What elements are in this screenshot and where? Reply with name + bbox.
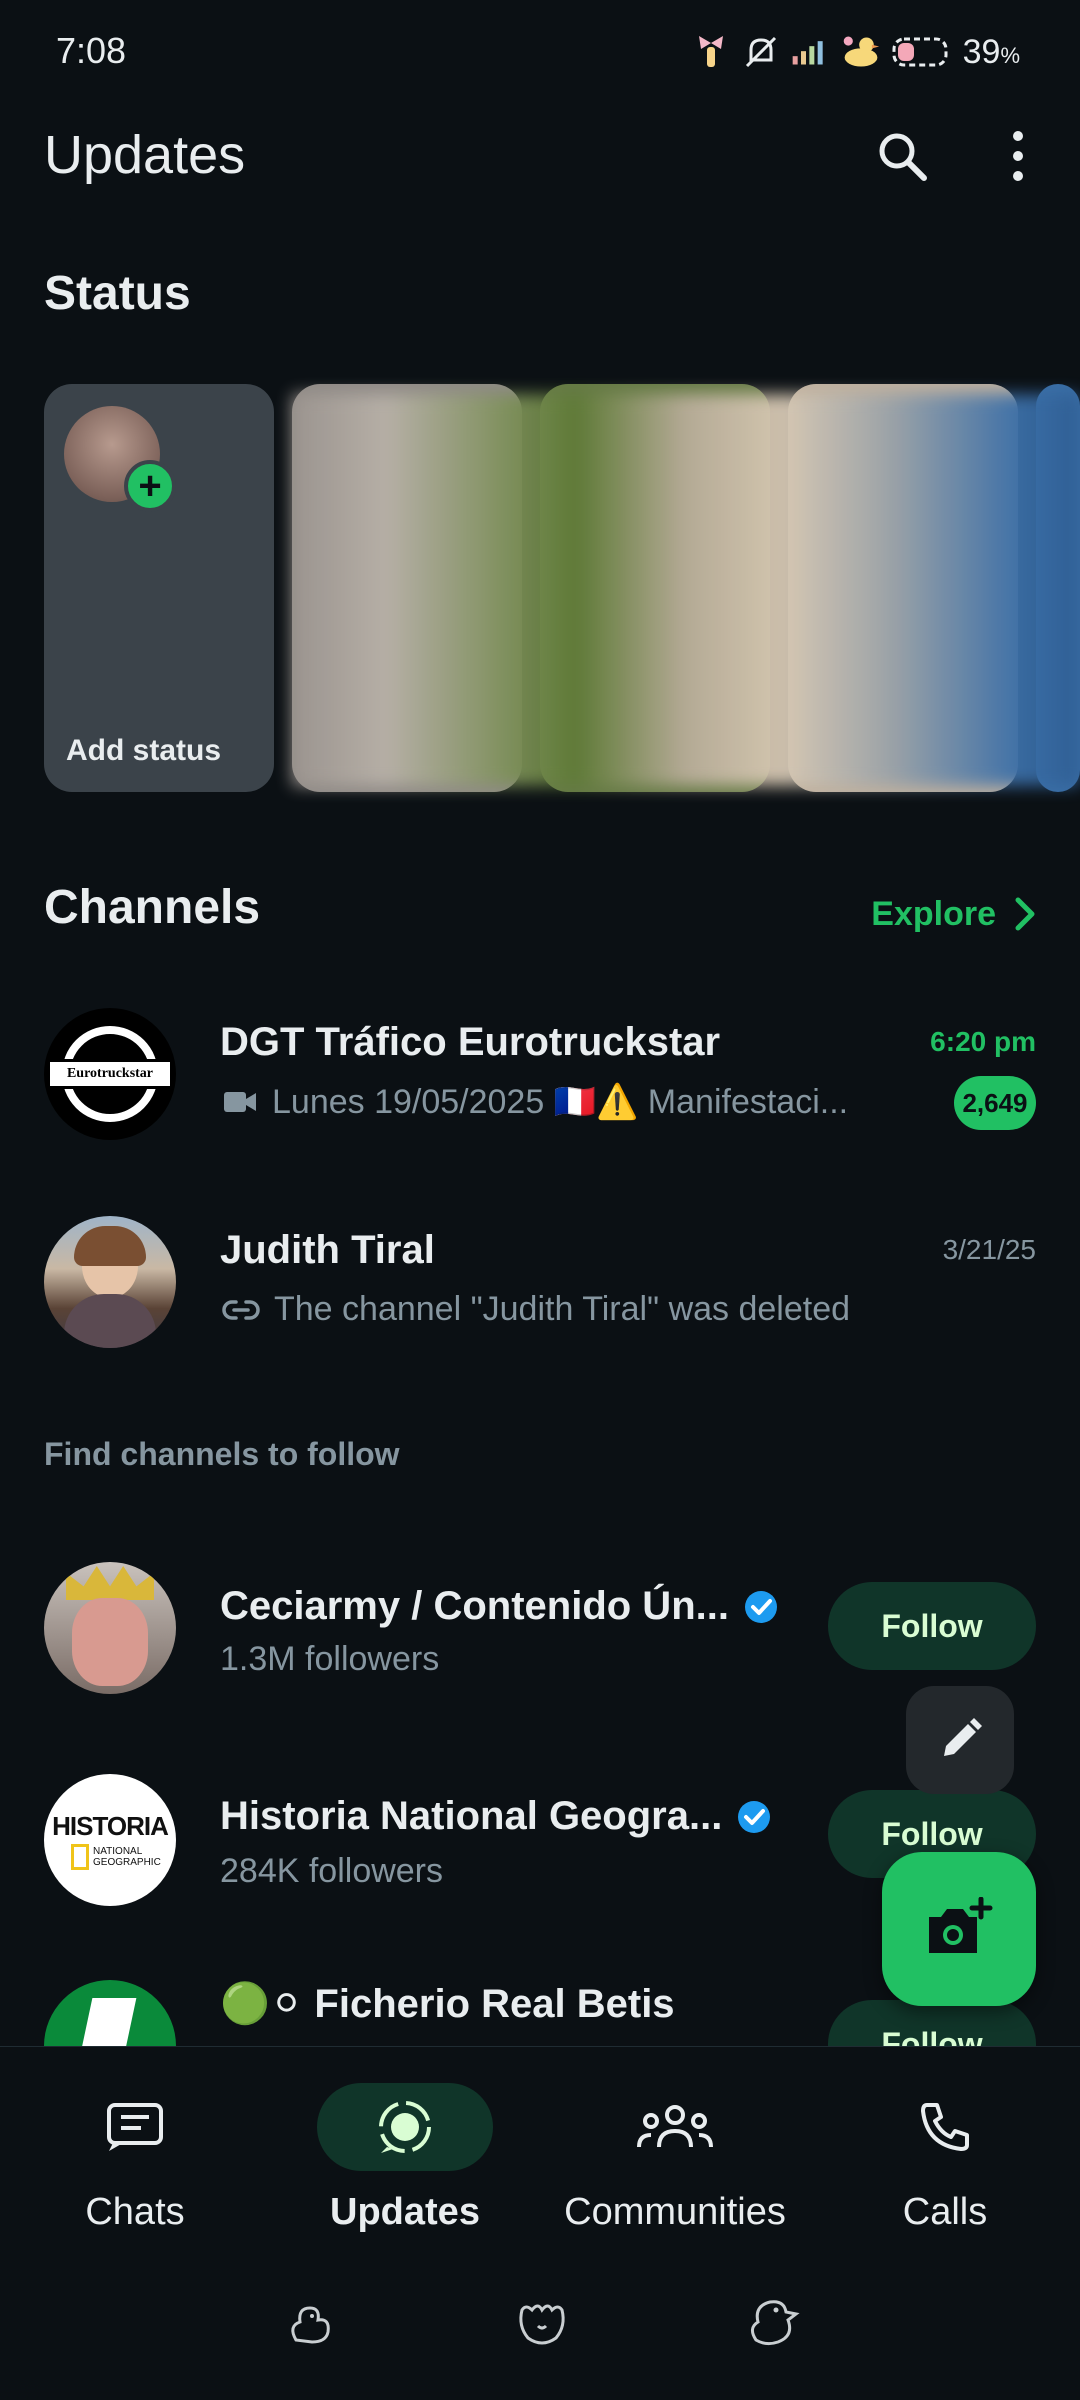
more-options-button[interactable] bbox=[978, 116, 1058, 196]
nav-updates-label: Updates bbox=[330, 2191, 480, 2233]
page-title: Updates bbox=[44, 125, 246, 185]
channel-row-judith[interactable]: Judith Tiral 3/21/25 The channel "Judith… bbox=[0, 1198, 1080, 1368]
find-channels-label: Find channels to follow bbox=[44, 1436, 400, 1472]
explore-label: Explore bbox=[871, 894, 996, 933]
avatar-logo-text: HISTORIA bbox=[52, 1810, 169, 1841]
recents-duck-icon[interactable] bbox=[282, 2296, 338, 2352]
nav-updates-pill bbox=[317, 2083, 493, 2171]
channel-name: Judith Tiral bbox=[220, 1228, 435, 1272]
channel-avatar bbox=[44, 1216, 176, 1348]
nav-calls-label: Calls bbox=[902, 2191, 988, 2233]
follow-button[interactable]: Follow bbox=[828, 1582, 1036, 1670]
video-icon bbox=[224, 1092, 256, 1112]
status-icons: 39% bbox=[691, 28, 1020, 76]
unread-badge: 2,649 bbox=[954, 1076, 1036, 1130]
duck-sticker-icon bbox=[841, 32, 881, 72]
nav-calls-pill bbox=[857, 2083, 1033, 2171]
follow-button[interactable]: Follow bbox=[828, 2000, 1036, 2046]
channel-avatar: HISTORIA NATIONAL GEOGRAPHIC bbox=[44, 1774, 176, 1906]
bottom-navigation: Chats Updates Communities Calls bbox=[0, 2046, 1080, 2257]
explore-link[interactable]: Explore bbox=[871, 884, 1036, 944]
channel-preview: Lunes 19/05/2025 🇫🇷⚠️ Manifestaci... bbox=[222, 1082, 848, 1122]
channel-avatar bbox=[44, 1980, 176, 2046]
back-chick-icon[interactable] bbox=[744, 2292, 804, 2352]
channel-preview-text: The channel "Judith Tiral" was deleted bbox=[274, 1290, 851, 1328]
add-status-plus-icon: + bbox=[124, 460, 176, 512]
new-text-status-button[interactable] bbox=[906, 1686, 1014, 1794]
signal-icon bbox=[791, 32, 831, 72]
mute-icon bbox=[741, 32, 781, 72]
nav-chats-label: Chats bbox=[85, 2191, 185, 2233]
add-status-card[interactable]: + Add status bbox=[44, 384, 274, 792]
more-vertical-icon bbox=[1013, 131, 1023, 181]
home-tulip-icon[interactable] bbox=[512, 2296, 572, 2352]
nav-chats[interactable]: Chats bbox=[0, 2047, 270, 2257]
chats-icon bbox=[107, 2103, 163, 2151]
channel-name: DGT Tráfico Eurotruckstar bbox=[220, 1020, 721, 1064]
nav-communities-label: Communities bbox=[564, 2191, 786, 2233]
channel-avatar bbox=[44, 1562, 176, 1694]
add-status-label: Add status bbox=[66, 734, 222, 767]
channel-avatar: Eurotruckstar bbox=[44, 1008, 176, 1140]
channel-preview: The channel "Judith Tiral" was deleted bbox=[222, 1290, 850, 1329]
suggested-channel-name: Historia National Geogra... bbox=[220, 1794, 723, 1838]
channel-preview-text: Lunes 19/05/2025 🇫🇷⚠️ Manifestaci... bbox=[272, 1083, 849, 1121]
camera-status-button[interactable] bbox=[882, 1852, 1036, 2006]
nav-calls[interactable]: Calls bbox=[810, 2047, 1080, 2257]
nav-communities[interactable]: Communities bbox=[540, 2047, 810, 2257]
system-navigation-bar bbox=[0, 2256, 1080, 2400]
avatar-logo-text: Eurotruckstar bbox=[47, 1059, 173, 1089]
search-button[interactable] bbox=[862, 116, 942, 196]
avatar-logo-subtext: NATIONAL GEOGRAPHIC bbox=[93, 1845, 161, 1868]
updates-icon bbox=[379, 2101, 431, 2153]
battery-icon bbox=[891, 32, 953, 72]
calls-icon bbox=[921, 2103, 969, 2151]
suggested-channel-title: Historia National Geogra... bbox=[220, 1794, 772, 1839]
chevron-right-icon bbox=[1015, 897, 1035, 931]
nav-communities-pill bbox=[587, 2083, 763, 2171]
channel-row-dgt[interactable]: Eurotruckstar DGT Tráfico Eurotruckstar … bbox=[0, 990, 1080, 1160]
suggested-channel-row[interactable]: Ceciarmy / Contenido Ún... 1.3M follower… bbox=[0, 1562, 1080, 1694]
search-icon bbox=[879, 133, 927, 181]
followers-count: 284K followers bbox=[220, 1852, 444, 1890]
battery-level: 39% bbox=[962, 32, 1020, 71]
communities-icon bbox=[637, 2105, 713, 2148]
blurred-status-previews bbox=[292, 394, 1080, 786]
clock: 7:08 bbox=[56, 30, 127, 71]
suggested-channel-name: 🟢⚪ Ficherio Real Betis bbox=[220, 1982, 675, 2026]
suggested-channel-title: Ceciarmy / Contenido Ún... bbox=[220, 1584, 779, 1629]
channels-section-title: Channels bbox=[44, 881, 261, 934]
pencil-icon bbox=[944, 1718, 982, 1756]
followers-count: 1.3M followers bbox=[220, 1640, 440, 1678]
nav-updates[interactable]: Updates bbox=[270, 2047, 540, 2257]
suggested-channel-name: Ceciarmy / Contenido Ún... bbox=[220, 1584, 729, 1628]
status-section-title: Status bbox=[44, 267, 191, 320]
channel-time: 6:20 pm bbox=[930, 1026, 1036, 1057]
camera-add-icon bbox=[929, 1897, 993, 1953]
channel-time: 3/21/25 bbox=[942, 1234, 1036, 1265]
link-icon bbox=[222, 1299, 260, 1320]
system-status-bar: 7:08 39% bbox=[0, 0, 1080, 100]
nav-chats-pill bbox=[47, 2083, 223, 2171]
bow-sticker-icon bbox=[691, 32, 731, 72]
verified-icon bbox=[743, 1589, 779, 1625]
verified-icon bbox=[736, 1799, 772, 1835]
